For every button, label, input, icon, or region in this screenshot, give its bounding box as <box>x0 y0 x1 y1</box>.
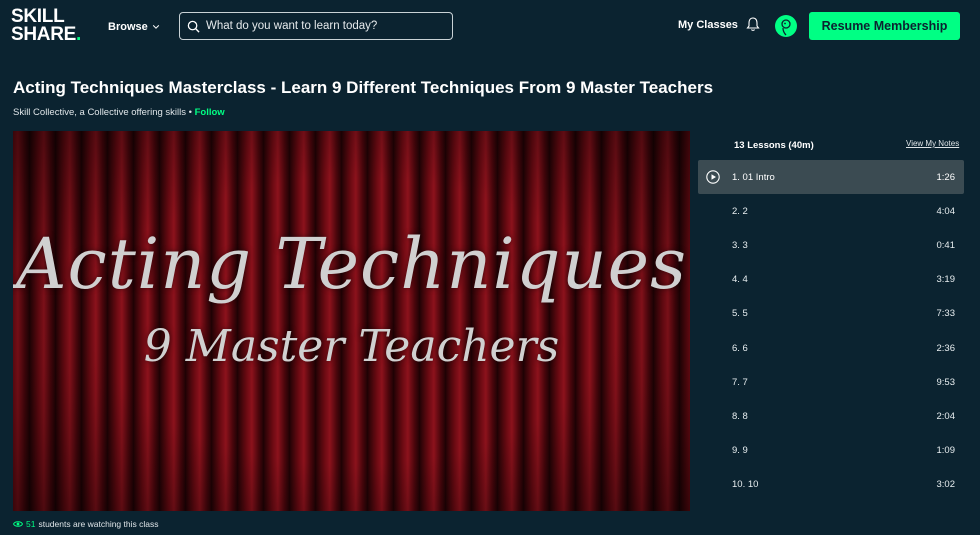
top-nav: SKILL SHARE. Browse My Classes Resume Me… <box>0 0 980 54</box>
lesson-item[interactable]: 7. 7 9:53 <box>698 365 964 399</box>
browse-menu[interactable]: Browse <box>108 18 160 36</box>
lesson-title: 1. 01 Intro <box>732 171 775 183</box>
skillshare-logo[interactable]: SKILL SHARE. <box>11 7 83 48</box>
lesson-item[interactable]: 6. 6 2:36 <box>698 331 964 365</box>
search-box[interactable] <box>179 12 453 40</box>
chevron-down-icon <box>152 25 159 29</box>
lesson-title: 3. 3 <box>732 239 748 251</box>
lesson-item[interactable]: 3. 3 0:41 <box>698 228 964 262</box>
lesson-item[interactable]: 10. 10 3:02 <box>698 468 964 502</box>
follow-button[interactable]: Follow <box>195 107 225 118</box>
lesson-duration: 2:04 <box>936 410 956 422</box>
lesson-item[interactable]: 5. 5 7:33 <box>698 297 964 331</box>
lesson-title: 6. 6 <box>732 342 748 354</box>
lesson-duration: 0:41 <box>936 239 956 251</box>
resume-membership-button[interactable]: Resume Membership <box>809 12 960 40</box>
logo-dot: . <box>76 24 81 45</box>
lessons-count: 13 Lessons (40m) <box>734 140 814 151</box>
separator-dot: • <box>186 107 195 118</box>
avatar[interactable] <box>775 15 797 37</box>
lesson-title: 10. 10 <box>732 479 759 491</box>
course-author[interactable]: Skill Collective, a Collective offering … <box>13 107 186 118</box>
lesson-duration: 4:04 <box>936 205 956 217</box>
page-title: Acting Techniques Masterclass - Learn 9 … <box>13 78 714 97</box>
view-my-notes-link[interactable]: View My Notes <box>906 139 959 148</box>
lesson-title: 2. 2 <box>732 205 748 217</box>
lesson-item[interactable]: 8. 8 2:04 <box>698 399 964 433</box>
eye-icon <box>13 521 23 527</box>
lesson-item[interactable]: 9. 9 1:09 <box>698 434 964 468</box>
lesson-title: 9. 9 <box>732 445 748 457</box>
course-author-line: Skill Collective, a Collective offering … <box>13 107 225 118</box>
lesson-duration: 3:02 <box>936 479 956 491</box>
video-overlay-subtitle: 9 Master Teachers <box>143 321 560 372</box>
video-overlay-title: Acting Techniques <box>15 223 688 305</box>
lesson-duration: 3:19 <box>936 274 956 286</box>
lesson-duration: 2:36 <box>936 342 956 354</box>
lesson-item[interactable]: 2. 2 4:04 <box>698 194 964 228</box>
avatar-icon <box>781 19 791 36</box>
search-icon <box>187 20 200 33</box>
lesson-duration: 9:53 <box>936 376 956 388</box>
search-input[interactable] <box>206 20 446 32</box>
lesson-duration: 1:09 <box>936 445 956 457</box>
lesson-title: 8. 8 <box>732 410 748 422</box>
watching-indicator: 51 students are watching this class <box>13 519 158 529</box>
video-player[interactable]: Acting Techniques 9 Master Teachers <box>13 131 690 511</box>
lesson-duration: 1:26 <box>936 171 956 183</box>
lesson-item[interactable]: 1. 01 Intro 1:26 <box>698 160 964 194</box>
watching-text: students are watching this class <box>38 519 159 529</box>
lesson-title: 4. 4 <box>732 274 748 286</box>
play-icon[interactable] <box>706 170 720 184</box>
lesson-title: 7. 7 <box>732 376 748 388</box>
lesson-item[interactable]: 4. 4 3:19 <box>698 263 964 297</box>
browse-label: Browse <box>108 21 148 33</box>
bell-icon[interactable] <box>745 16 761 33</box>
lesson-duration: 7:33 <box>936 308 956 320</box>
logo-line-2: SHARE <box>11 24 77 45</box>
watching-count: 51 <box>26 519 36 529</box>
my-classes-link[interactable]: My Classes <box>678 19 738 31</box>
lesson-title: 5. 5 <box>732 308 748 320</box>
